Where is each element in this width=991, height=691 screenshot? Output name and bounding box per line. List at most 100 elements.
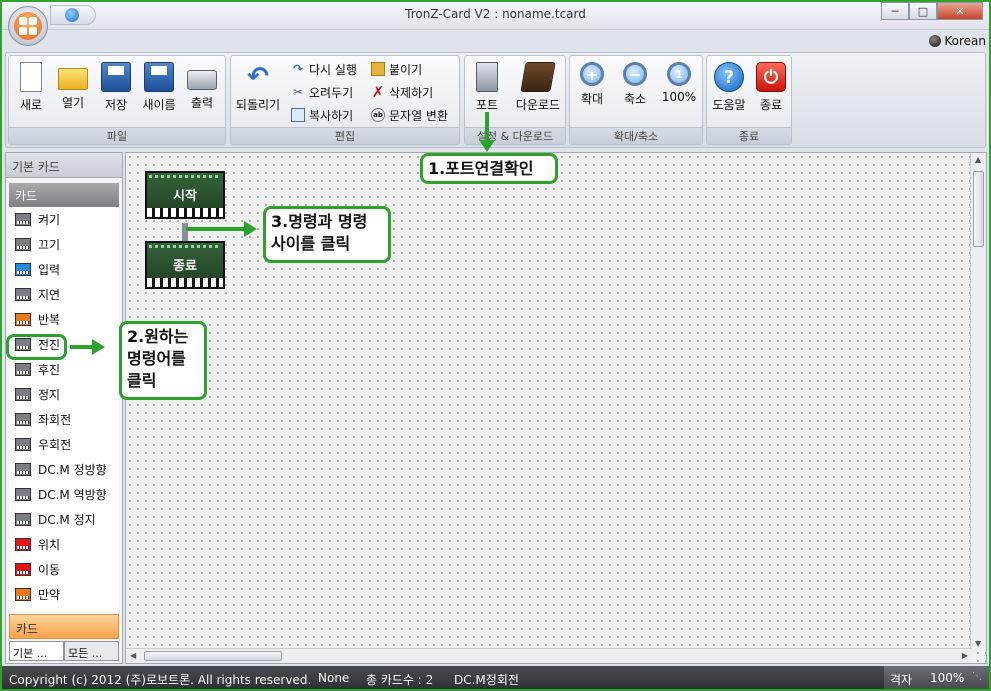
- open-button[interactable]: 열기: [53, 62, 93, 111]
- card-item-on[interactable]: 켜기: [9, 207, 119, 232]
- resize-grip-icon[interactable]: ⋱: [972, 671, 982, 682]
- scroll-right-icon[interactable]: ▶: [962, 651, 968, 660]
- chip-icon: [15, 363, 31, 376]
- chip-icon: [15, 263, 31, 276]
- language-label[interactable]: Korean: [944, 34, 986, 48]
- end-block[interactable]: 종료: [145, 241, 225, 289]
- ribbon-group-exit: ? 도움말 ⏻ 종료 종료: [706, 55, 792, 145]
- printer-icon: [187, 70, 217, 90]
- help-button[interactable]: ? 도움말: [709, 62, 749, 113]
- card-panel-tabs: 기본 ... 모든 ...: [9, 641, 119, 661]
- ribbon-group-edit: ↶ 되돌리기 ↷ 다시 실행 붙이기 ✂ 오려두기 ✗ 삭제하기 복사하기 ab…: [230, 55, 460, 145]
- chip-icon: [15, 463, 31, 476]
- ribbon-group-zoom: + 확대 − 축소 1 100% 확대/축소: [569, 55, 703, 145]
- chip-icon: [15, 238, 31, 251]
- save-as-button[interactable]: 새이름: [139, 62, 179, 113]
- paste-button[interactable]: 붙이기: [371, 60, 422, 78]
- redo-icon: ↷: [292, 62, 304, 76]
- status-right-panel: 격자 100% ⋱: [884, 666, 989, 689]
- save-button[interactable]: 저장: [96, 62, 136, 113]
- undo-button[interactable]: ↶ 되돌리기: [233, 62, 283, 113]
- chip-icon: [15, 488, 31, 501]
- card-item-turn-right[interactable]: 우회전: [9, 432, 119, 457]
- vertical-scroll-thumb[interactable]: [973, 171, 984, 247]
- horizontal-scrollbar[interactable]: ◀ ▶: [126, 648, 972, 663]
- close-button[interactable]: ✕: [937, 2, 983, 20]
- card-item-backward[interactable]: 후진: [9, 357, 119, 382]
- language-bar: Korean: [2, 30, 989, 52]
- vertical-scrollbar[interactable]: ▲ ▼: [970, 153, 986, 650]
- zoom-reset-icon: 1: [667, 62, 691, 86]
- card-count: 총 카드수 : 2: [366, 673, 434, 687]
- card-item-delay[interactable]: 지연: [9, 282, 119, 307]
- ribbon-group-file: 새로 열기 저장 새이름 출력 파일: [8, 55, 226, 145]
- card-item-move[interactable]: 이동: [9, 557, 119, 582]
- card-item-stop[interactable]: 정지: [9, 382, 119, 407]
- chip-icon: [15, 438, 31, 451]
- annotation-arrow: [485, 112, 489, 142]
- application-menu-button[interactable]: [8, 6, 48, 46]
- chip-icon: [15, 588, 31, 601]
- card-category-footer[interactable]: 카드: [9, 614, 119, 639]
- zoom-level: 100%: [930, 671, 965, 685]
- scroll-left-icon[interactable]: ◀: [130, 651, 136, 660]
- exit-button[interactable]: ⏻ 종료: [751, 62, 791, 113]
- card-item-if[interactable]: 만약: [9, 582, 119, 607]
- download-button[interactable]: 다운로드: [513, 62, 563, 113]
- scroll-up-icon[interactable]: ▲: [975, 155, 981, 164]
- tab-all[interactable]: 모든 ...: [64, 641, 119, 661]
- zoom-reset-button[interactable]: 1 100%: [659, 62, 699, 104]
- title-bar: TronZ-Card V2 : noname.tcard ─ □ ✕: [2, 2, 989, 30]
- card-list: 켜기 끄기 입력 지연 반복 전진 후진 정지 좌회전 우회전 DC.M 정방향…: [9, 207, 119, 612]
- card-item-input[interactable]: 입력: [9, 257, 119, 282]
- card-item-dcm-reverse[interactable]: DC.M 역방향: [9, 482, 119, 507]
- convert-string-icon: ab: [371, 108, 385, 122]
- zoom-out-button[interactable]: − 축소: [615, 62, 655, 107]
- ribbon-group-title: 편집: [231, 127, 459, 144]
- scroll-down-icon[interactable]: ▼: [975, 639, 981, 648]
- annotation-step2: 2.원하는 명령어를 클릭: [119, 321, 207, 400]
- undo-icon: ↶: [247, 62, 269, 92]
- horizontal-scroll-thumb[interactable]: [144, 651, 282, 661]
- maximize-button[interactable]: □: [909, 2, 937, 20]
- ribbon-group-settings-download: 포트 다운로드 설정 & 다운로드: [464, 55, 566, 145]
- annotation-arrowhead: [244, 221, 257, 237]
- card-item-dcm-stop[interactable]: DC.M 정지: [9, 507, 119, 532]
- annotation-arrow: [186, 227, 246, 231]
- card-item-dcm-forward[interactable]: DC.M 정방향: [9, 457, 119, 482]
- new-file-icon: [20, 62, 42, 92]
- zoom-in-button[interactable]: + 확대: [572, 62, 612, 107]
- convert-string-button[interactable]: ab 문자열 변환: [371, 106, 448, 124]
- language-indicator-icon[interactable]: [929, 35, 941, 47]
- usb-port-icon: [476, 62, 498, 92]
- annotation-step1: 1.포트연결확인: [420, 153, 558, 184]
- tab-basic[interactable]: 기본 ...: [9, 641, 64, 661]
- start-block[interactable]: 시작: [145, 171, 225, 219]
- quick-access-toolbar[interactable]: [50, 5, 96, 25]
- copy-button[interactable]: 복사하기: [291, 106, 353, 124]
- card-category-header[interactable]: 카드: [9, 183, 119, 207]
- help-icon: ?: [714, 62, 744, 92]
- save-disk-icon: [101, 62, 131, 92]
- port-button[interactable]: 포트: [467, 62, 507, 113]
- block-connector[interactable]: [182, 223, 188, 243]
- minimize-button[interactable]: ─: [881, 2, 909, 20]
- paste-icon: [371, 62, 385, 76]
- chip-icon: [15, 288, 31, 301]
- window-title: TronZ-Card V2 : noname.tcard: [405, 7, 586, 21]
- status-bar: Copyright (c) 2012 (주)로보트론. All rights r…: [2, 666, 989, 689]
- card-item-turn-left[interactable]: 좌회전: [9, 407, 119, 432]
- cut-icon: ✂: [292, 85, 304, 99]
- cut-button[interactable]: ✂ 오려두기: [291, 83, 353, 101]
- globe-icon[interactable]: [65, 8, 79, 22]
- card-item-repeat[interactable]: 반복: [9, 307, 119, 332]
- card-panel-header: 기본 카드: [6, 153, 122, 178]
- card-item-position[interactable]: 위치: [9, 532, 119, 557]
- download-book-icon: [520, 62, 556, 92]
- card-item-off[interactable]: 끄기: [9, 232, 119, 257]
- grid-toggle[interactable]: 격자: [890, 671, 912, 688]
- redo-button[interactable]: ↷ 다시 실행: [291, 60, 357, 78]
- new-button[interactable]: 새로: [11, 62, 51, 113]
- print-button[interactable]: 출력: [182, 62, 222, 111]
- delete-button[interactable]: ✗ 삭제하기: [371, 83, 433, 101]
